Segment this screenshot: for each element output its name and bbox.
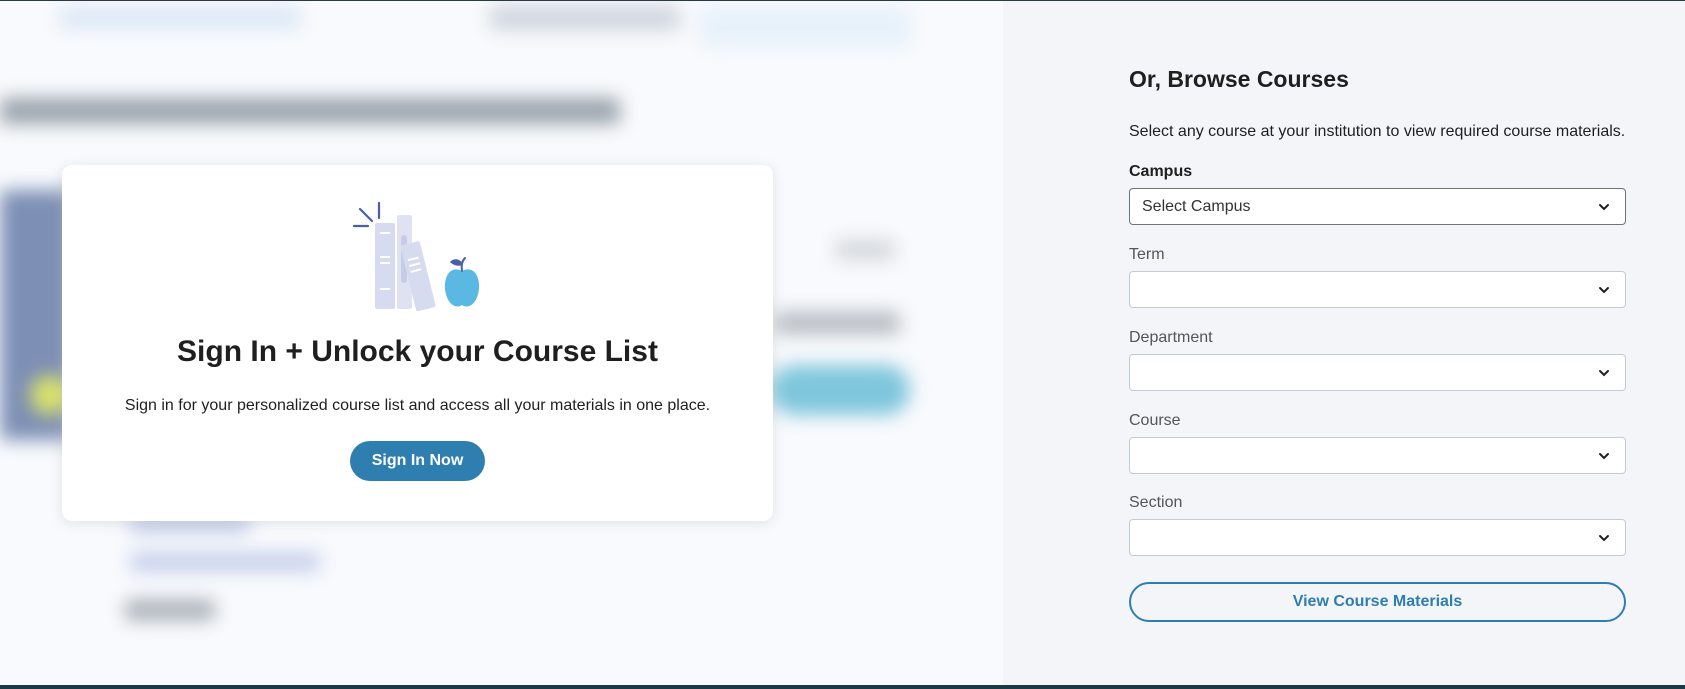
campus-select[interactable]: Select Campus [1129, 188, 1626, 225]
course-label: Course [1129, 412, 1181, 429]
department-select[interactable] [1129, 354, 1626, 391]
browse-courses-panel: Or, Browse Courses Select any course at … [1003, 0, 1685, 685]
section-label: Section [1129, 494, 1183, 511]
sign-in-now-button[interactable]: Sign In Now [350, 441, 485, 481]
chevron-down-icon [1599, 287, 1609, 294]
course-select[interactable] [1129, 437, 1626, 474]
view-course-materials-button[interactable]: View Course Materials [1129, 582, 1626, 622]
blurred-background: Sign In + Unlock your Course List Sign i… [0, 0, 1003, 685]
term-label: Term [1129, 246, 1165, 263]
chevron-down-icon [1599, 370, 1609, 377]
chevron-down-icon [1599, 535, 1609, 542]
campus-label: Campus [1129, 163, 1193, 180]
signin-card: Sign In + Unlock your Course List Sign i… [62, 165, 773, 521]
browse-title: Or, Browse Courses [1129, 66, 1349, 92]
term-field: Term [1129, 246, 1626, 308]
chevron-down-icon [1599, 204, 1609, 211]
campus-select-value: Select Campus [1142, 198, 1251, 215]
books-apple-illustration-icon [352, 201, 480, 311]
signin-subtitle: Sign in for your personalized course lis… [124, 397, 711, 414]
campus-field: Campus Select Campus [1129, 163, 1626, 225]
chevron-down-icon [1599, 453, 1609, 460]
signin-title: Sign In + Unlock your Course List [177, 335, 658, 368]
section-select[interactable] [1129, 519, 1626, 556]
top-border [0, 0, 1685, 1]
term-select[interactable] [1129, 271, 1626, 308]
browse-description: Select any course at your institution to… [1129, 123, 1626, 140]
department-label: Department [1129, 329, 1213, 346]
bottom-border [0, 685, 1685, 689]
section-field: Section [1129, 494, 1626, 556]
department-field: Department [1129, 329, 1626, 391]
course-field: Course [1129, 412, 1626, 474]
